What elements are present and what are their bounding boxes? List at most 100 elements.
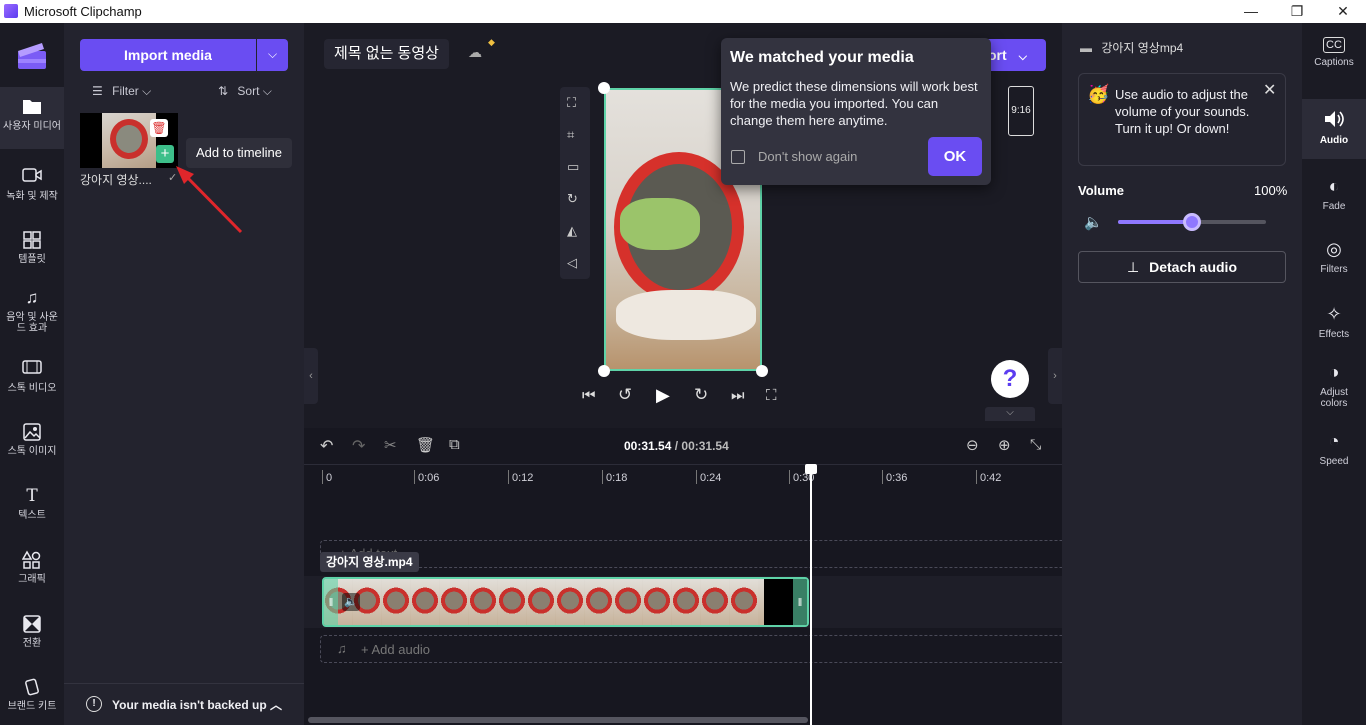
nav-record-create[interactable]: 녹화 및 제작: [0, 167, 64, 202]
playhead-handle[interactable]: [805, 464, 817, 474]
nav-brand-kit[interactable]: 브랜드 키트: [0, 677, 64, 712]
fit-icon[interactable]: ⛶: [567, 95, 576, 111]
filter-icon: ☰: [92, 84, 103, 98]
chevron-down-icon: ⌵: [262, 84, 272, 98]
dont-show-checkbox[interactable]: [731, 150, 745, 164]
tab-label: Speed: [1319, 456, 1349, 467]
clip-frame: [643, 579, 671, 625]
undo-icon[interactable]: ↶: [320, 436, 333, 456]
rewind-5-icon[interactable]: ↺: [618, 385, 632, 405]
nav-graphics[interactable]: 그래픽: [0, 550, 64, 585]
delete-media-button[interactable]: 🗑: [150, 119, 168, 137]
ok-button[interactable]: OK: [928, 137, 982, 176]
audio-track[interactable]: ♫ + Add audio: [320, 635, 1062, 663]
emoji-icon: 🥳: [1087, 84, 1110, 104]
resize-handle[interactable]: [598, 365, 610, 377]
text-track[interactable]: + Add text: [320, 540, 1062, 568]
clip-trim-left-handle[interactable]: ‖: [324, 579, 338, 625]
playhead[interactable]: [810, 464, 812, 725]
tab-adjust-colors[interactable]: ◑ Adjust colors: [1302, 361, 1366, 409]
resize-handle[interactable]: [598, 82, 610, 94]
detach-audio-button[interactable]: ⊥ Detach audio: [1078, 251, 1286, 283]
flip-horizontal-icon[interactable]: ◭: [567, 223, 577, 239]
zoom-in-icon[interactable]: ⊕: [998, 436, 1011, 454]
brand-kit-icon: [22, 677, 42, 697]
tab-label: Fade: [1322, 201, 1346, 212]
nav-templates[interactable]: 템플릿: [0, 230, 64, 265]
tab-captions[interactable]: CC Captions: [1302, 37, 1366, 68]
delete-icon[interactable]: 🗑: [416, 436, 435, 454]
pip-icon[interactable]: ▭: [567, 159, 579, 175]
chevron-down-icon: ⌵: [142, 84, 152, 98]
file-header: ▬ 강아지 영상mp4: [1080, 39, 1183, 56]
collapse-left-panel-button[interactable]: ‹: [304, 348, 318, 404]
close-tip-icon[interactable]: ✕: [1263, 80, 1276, 100]
clip-trim-right-handle[interactable]: ‖: [793, 579, 807, 625]
forward-5-icon[interactable]: ↻: [694, 385, 708, 405]
nav-your-media[interactable]: 사용자 미디어: [0, 87, 64, 149]
tip-text: Use audio to adjust the volume of your s…: [1115, 87, 1250, 136]
restore-button[interactable]: ❐: [1274, 0, 1320, 23]
play-button[interactable]: ▶: [656, 385, 670, 406]
audio-icon: [1323, 109, 1345, 131]
fit-timeline-icon[interactable]: ⤡: [1030, 436, 1041, 453]
close-button[interactable]: ✕: [1320, 0, 1366, 23]
clip-frame: [556, 579, 584, 625]
nav-music-sfx[interactable]: ♫ 음악 및 사운드 효과: [0, 288, 64, 334]
volume-slider-thumb[interactable]: [1183, 213, 1201, 231]
collapse-timeline-button[interactable]: ⌵: [985, 407, 1035, 421]
split-icon[interactable]: ✂: [384, 436, 397, 454]
backup-bar[interactable]: ! Your media isn't backed up ︿: [64, 683, 304, 725]
sort-button[interactable]: ⇅ Sort ⌵: [218, 84, 272, 99]
clip-volume-icon[interactable]: 🔈: [342, 593, 360, 611]
tab-filters[interactable]: ◎ Filters: [1302, 238, 1366, 275]
info-icon: !: [86, 696, 102, 712]
timeline-scrollbar[interactable]: [308, 717, 808, 723]
import-media-button[interactable]: Import media: [80, 39, 256, 71]
minimize-button[interactable]: —: [1228, 0, 1274, 23]
clip-label: 강아지 영상.mp4: [320, 552, 419, 572]
volume-slider[interactable]: [1118, 213, 1266, 231]
crop-icon[interactable]: ⌗: [567, 127, 574, 143]
filter-button[interactable]: ☰ Filter ⌵: [92, 84, 151, 99]
speaker-icon[interactable]: 🔈: [1084, 213, 1103, 231]
annotation-arrow-icon: [176, 166, 243, 234]
tab-speed[interactable]: ◔ Speed: [1302, 430, 1366, 467]
rotate-icon[interactable]: ↻: [567, 191, 578, 207]
music-icon: ♫: [25, 288, 39, 307]
chevron-down-icon: ⌵: [1018, 51, 1027, 63]
nav-stock-video[interactable]: 스톡 비디오: [0, 359, 64, 394]
resize-handle[interactable]: [756, 365, 768, 377]
export-button[interactable]: ort ⌵: [986, 39, 1046, 71]
tab-fade[interactable]: ◐ Fade: [1302, 175, 1366, 212]
tab-audio[interactable]: Audio: [1302, 99, 1366, 159]
help-button[interactable]: ?: [991, 360, 1029, 398]
cloud-off-icon[interactable]: ☁: [468, 44, 490, 64]
import-dropdown-button[interactable]: ⌵: [257, 39, 288, 71]
duplicate-icon[interactable]: ⧉: [449, 436, 460, 453]
tab-effects[interactable]: ✧ Effects: [1302, 303, 1366, 340]
nav-stock-images[interactable]: 스톡 이미지: [0, 422, 64, 457]
zoom-out-icon[interactable]: ⊖: [966, 436, 979, 454]
stock-video-icon: [22, 359, 42, 379]
nav-transitions[interactable]: 전환: [0, 614, 64, 649]
fullscreen-icon[interactable]: ⛶: [766, 387, 777, 404]
media-item-name: 강아지 영상....: [80, 173, 152, 187]
text-icon: T: [26, 486, 38, 506]
video-clip[interactable]: ‖ ‖ 🔈: [322, 577, 809, 627]
aspect-ratio-button[interactable]: 9:16: [1008, 86, 1034, 136]
skip-back-icon[interactable]: ⏮: [582, 387, 596, 404]
nav-label: 그래픽: [18, 574, 46, 585]
clip-frame: [672, 579, 700, 625]
volume-slider-fill: [1118, 220, 1192, 224]
video-subject-detail: [620, 198, 700, 250]
time-display: 00:31.54 / 00:31.54: [624, 439, 729, 453]
add-audio-label: + Add audio: [361, 642, 431, 657]
skip-forward-icon[interactable]: ⏭: [731, 387, 745, 404]
nav-text[interactable]: T 텍스트: [0, 486, 64, 521]
redo-icon[interactable]: ↷: [352, 436, 365, 456]
clip-frame: [585, 579, 613, 625]
project-title[interactable]: 제목 없는 동영상: [324, 39, 449, 69]
collapse-right-panel-button[interactable]: ›: [1048, 348, 1062, 404]
flip-vertical-icon[interactable]: ◁: [567, 255, 577, 271]
